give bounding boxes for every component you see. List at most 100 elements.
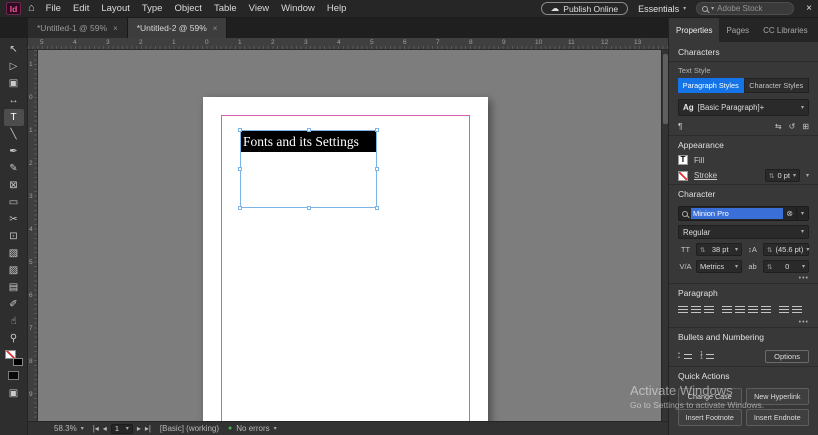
options-button[interactable]: Options (765, 350, 809, 363)
gradient-feather-tool-icon[interactable]: ▨ (4, 262, 24, 279)
align-away-spine-icon[interactable] (792, 306, 802, 315)
stepper-arrows-icon[interactable]: ⇅ (767, 246, 772, 254)
stock-search-input[interactable]: ▾ Adobe Stock (696, 2, 795, 15)
menu-item-file[interactable]: File (42, 3, 65, 14)
justify-right-icon[interactable] (748, 306, 758, 315)
frame-handle[interactable] (375, 167, 379, 171)
panel-tab-properties[interactable]: Properties (669, 18, 720, 42)
justify-center-icon[interactable] (735, 306, 745, 315)
menu-item-window[interactable]: Window (277, 3, 319, 14)
preflight-profile[interactable]: [Basic] (working) (160, 424, 219, 433)
fill-none-swatch[interactable] (4, 350, 16, 359)
free-transform-tool-icon[interactable]: ⊡ (4, 228, 24, 245)
type-tool-icon[interactable]: T (3, 109, 24, 126)
home-icon[interactable]: ⌂ (28, 3, 35, 14)
pen-tool-icon[interactable]: ✒ (4, 143, 24, 160)
tab-close-icon[interactable]: × (213, 24, 218, 33)
menu-item-view[interactable]: View (245, 3, 273, 14)
align-left-icon[interactable] (678, 306, 688, 315)
leading-stepper[interactable]: ⇅ (45.6 pt) ▾ (763, 243, 809, 256)
gap-tool-icon[interactable]: ↔ (4, 92, 24, 109)
kerning-dropdown[interactable]: Metrics ▾ (696, 260, 742, 273)
new-hyperlink-button[interactable]: New Hyperlink (745, 388, 809, 405)
font-family-field[interactable]: Minion Pro ⊗ ▾ (678, 206, 809, 221)
scissors-tool-icon[interactable]: ✂ (4, 211, 24, 228)
close-icon[interactable]: × (806, 3, 812, 14)
apply-color-swatch[interactable] (8, 371, 19, 380)
tracking-stepper[interactable]: ⇅ 0 ▾ (763, 260, 809, 273)
line-tool-icon[interactable]: ╲ (4, 126, 24, 143)
menu-item-table[interactable]: Table (210, 3, 241, 14)
stepper-arrows-icon[interactable]: ⇅ (769, 172, 774, 180)
insert-footnote-button[interactable]: Insert Footnote (678, 409, 742, 426)
hand-tool-icon[interactable]: ☝ (4, 313, 24, 330)
change-case-button[interactable]: Change Case (678, 388, 742, 405)
paragraph-style-dropdown[interactable]: Ag [Basic Paragraph]+ ▾ (678, 99, 809, 116)
menu-item-edit[interactable]: Edit (69, 3, 93, 14)
align-center-icon[interactable] (691, 306, 701, 315)
frame-handle[interactable] (306, 206, 311, 210)
frame-handle[interactable] (306, 128, 311, 132)
zoom-level-dropdown[interactable]: 58.3% ▾ (54, 424, 84, 433)
selection-tool-icon[interactable]: ↖ (4, 41, 24, 58)
paragraph-mark-icon[interactable]: ¶ (678, 121, 683, 131)
preflight-status[interactable]: ● No errors ▾ (228, 424, 277, 433)
fill-stroke-swatches[interactable] (4, 350, 23, 366)
font-style-dropdown[interactable]: Regular ▾ (678, 225, 809, 239)
frame-handle[interactable] (238, 206, 242, 210)
stepper-arrows-icon[interactable]: ⇅ (767, 263, 772, 271)
panel-tab-pages[interactable]: Pages (719, 18, 756, 42)
panel-tab-cc-libraries[interactable]: CC Libraries (756, 18, 814, 42)
clear-icon[interactable]: ⊗ (786, 209, 793, 218)
selected-text[interactable]: Fonts and its Settings (241, 131, 376, 152)
style-override-icon[interactable]: ⇆ (775, 122, 782, 131)
text-frame[interactable]: Fonts and its Settings (238, 128, 379, 210)
indesign-logo[interactable]: Id (6, 2, 21, 15)
page-tool-icon[interactable]: ▣ (4, 75, 24, 92)
stroke-swatch[interactable] (12, 358, 23, 366)
insert-endnote-button[interactable]: Insert Endnote (745, 409, 809, 426)
menu-item-layout[interactable]: Layout (97, 3, 134, 14)
last-page-button[interactable]: ▸| (145, 424, 151, 433)
justify-all-icon[interactable] (761, 306, 771, 315)
first-page-button[interactable]: |◂ (93, 424, 99, 433)
bulleted-list-icon[interactable]: • • (678, 351, 692, 361)
frame-handle[interactable] (238, 128, 242, 132)
note-tool-icon[interactable]: ▤ (4, 279, 24, 296)
menu-item-type[interactable]: Type (138, 3, 167, 14)
rectangle-tool-icon[interactable]: ▭ (4, 194, 24, 211)
page-number-field[interactable]: 1 ▾ (110, 423, 133, 434)
document-page[interactable]: Fonts and its Settings (203, 97, 488, 421)
vertical-scrollbar[interactable] (661, 50, 668, 421)
frame-handle[interactable] (238, 167, 242, 171)
previous-page-button[interactable]: ◂ (103, 424, 107, 433)
gradient-swatch-tool-icon[interactable]: ▧ (4, 245, 24, 262)
panel-grid-icon[interactable]: ⊞ (802, 122, 809, 131)
redefine-style-icon[interactable]: ↺ (789, 122, 796, 131)
tab-close-icon[interactable]: × (113, 24, 118, 33)
paragraph-styles-button[interactable]: Paragraph Styles (678, 78, 744, 93)
stepper-arrows-icon[interactable]: ⇅ (700, 246, 705, 254)
document-tab[interactable]: *Untitled-1 @ 59% × (28, 18, 128, 38)
menu-item-object[interactable]: Object (170, 3, 205, 14)
font-name-selected[interactable]: Minion Pro (691, 208, 784, 219)
frame-handle[interactable] (375, 128, 379, 132)
document-tab[interactable]: *Untitled-2 @ 59% × (127, 18, 228, 38)
paragraph-more-options[interactable]: ••• (669, 317, 818, 327)
screen-mode-icon[interactable]: ▣ (4, 385, 24, 402)
stroke-type-chevron-icon[interactable]: ▾ (806, 173, 809, 179)
publish-online-button[interactable]: ☁ Publish Online (540, 2, 629, 15)
workspace-switcher[interactable]: Essentials ▾ (638, 4, 686, 14)
align-right-icon[interactable] (704, 306, 714, 315)
frame-handle[interactable] (375, 206, 379, 210)
next-page-button[interactable]: ▸ (137, 424, 141, 433)
eyedropper-tool-icon[interactable]: ✐ (4, 296, 24, 313)
pencil-tool-icon[interactable]: ✎ (4, 160, 24, 177)
canvas-pasteboard[interactable]: Fonts and its Settings (38, 50, 661, 421)
fill-swatch-icon[interactable]: T (678, 155, 688, 165)
stroke-link[interactable]: Stroke (694, 171, 717, 180)
font-dropdown-button[interactable]: ▾ (796, 207, 808, 220)
justify-left-icon[interactable] (722, 306, 732, 315)
zoom-tool-icon[interactable]: ⚲ (4, 330, 24, 347)
font-size-stepper[interactable]: ⇅ 38 pt ▾ (696, 243, 742, 256)
